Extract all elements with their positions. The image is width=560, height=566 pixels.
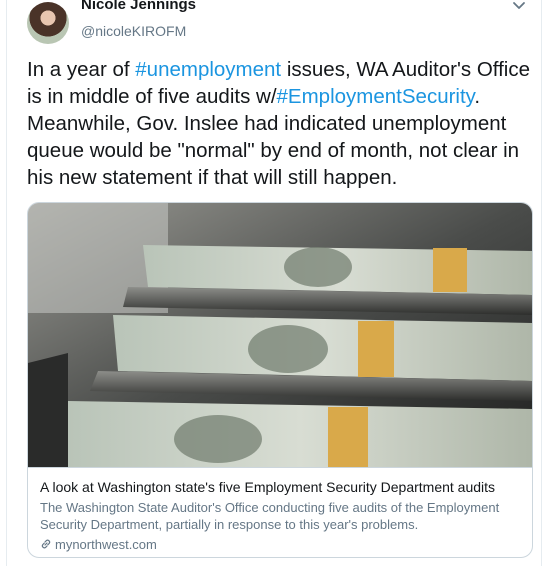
link-icon [41, 539, 51, 549]
card-title[interactable]: A look at Washington state's five Employ… [40, 478, 520, 496]
author-handle[interactable]: @nicoleKIROFM [81, 22, 186, 40]
card-image[interactable] [28, 203, 533, 467]
author-name[interactable]: Nicole Jennings [81, 0, 196, 14]
card-description: The Washington State Auditor's Office co… [40, 500, 500, 532]
card-domain-text[interactable]: mynorthwest.com [55, 537, 157, 552]
link-card[interactable]: A look at Washington state's five Employ… [27, 202, 533, 558]
chevron-down-icon[interactable] [511, 0, 527, 12]
hashtag-employment-security[interactable]: #EmploymentSecurity [277, 85, 475, 108]
card-domain[interactable]: mynorthwest.com [40, 537, 157, 553]
tweet-text-segment: In a year of [27, 58, 136, 81]
card-body[interactable]: A look at Washington state's five Employ… [28, 467, 532, 557]
tweet: Nicole Jennings @nicoleKIROFM In a year … [6, 0, 542, 566]
avatar[interactable] [27, 2, 69, 44]
hashtag-unemployment[interactable]: #unemployment [135, 58, 281, 81]
tweet-text: In a year of #unemployment issues, WA Au… [27, 56, 535, 191]
